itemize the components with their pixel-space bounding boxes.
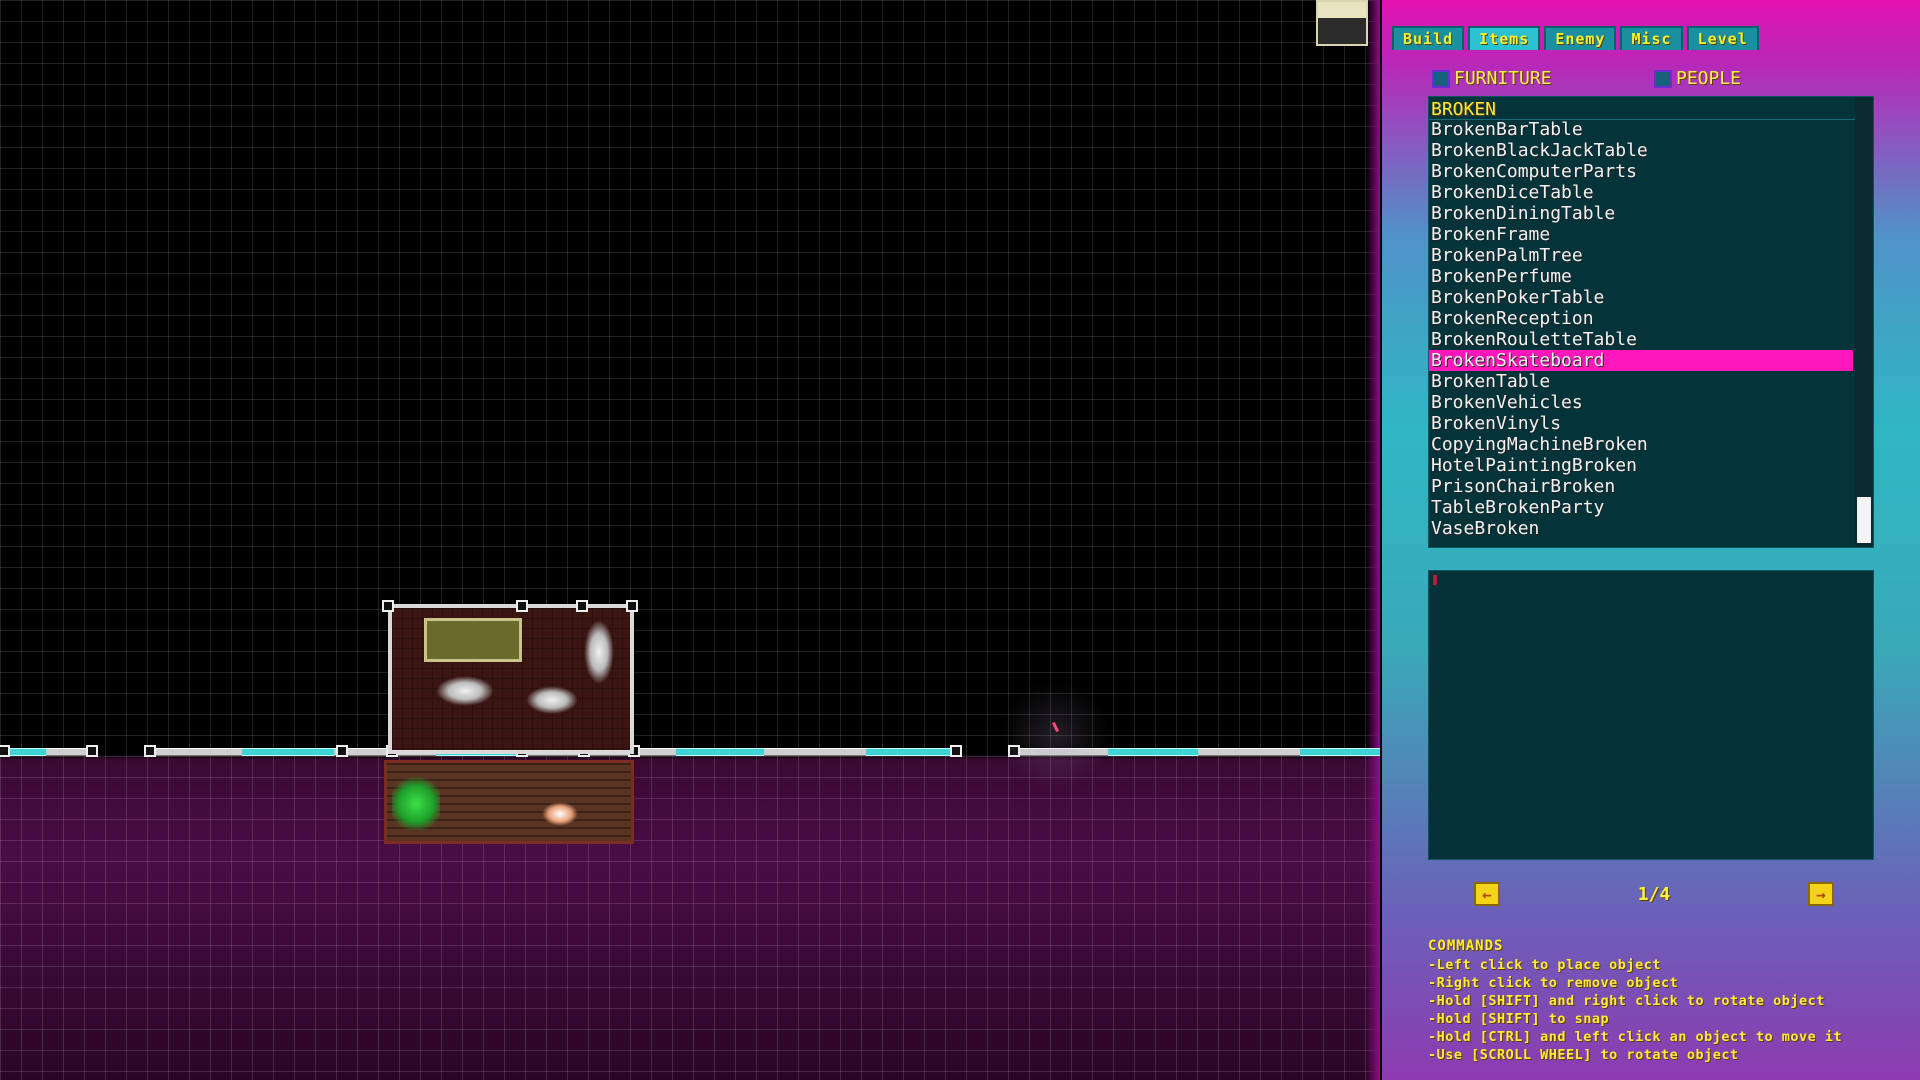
arrow-right-icon[interactable]: → <box>1808 882 1834 906</box>
cursor-glow <box>1000 680 1110 790</box>
list-item[interactable]: PrisonChairBroken <box>1429 476 1853 497</box>
wall-post[interactable] <box>336 745 348 757</box>
wall-post[interactable] <box>626 600 638 612</box>
window-segment[interactable] <box>242 748 334 756</box>
command-line: -Hold [CTRL] and left click an object to… <box>1428 1029 1843 1045</box>
tab-level[interactable]: Level <box>1686 26 1759 50</box>
list-item[interactable]: VaseBroken <box>1429 518 1853 539</box>
list-item[interactable]: BrokenPalmTree <box>1429 245 1853 266</box>
object-list[interactable]: BROKEN BrokenBarTable BrokenBlackJackTabl… <box>1428 96 1874 548</box>
object-preview <box>1428 570 1874 860</box>
furniture-checkbox[interactable] <box>1432 69 1450 88</box>
command-line: -Left click to place object <box>1428 957 1661 973</box>
window-segment[interactable] <box>866 748 954 756</box>
level-canvas[interactable] <box>0 0 1380 1080</box>
list-item[interactable]: BrokenReception <box>1429 308 1853 329</box>
wall-post[interactable] <box>576 600 588 612</box>
list-item[interactable]: TableBrokenParty <box>1429 497 1853 518</box>
placed-body[interactable] <box>436 676 494 706</box>
list-item[interactable]: BrokenTable <box>1429 371 1853 392</box>
command-line: -Right click to remove object <box>1428 975 1679 991</box>
tab-items[interactable]: Items <box>1468 26 1541 50</box>
list-item[interactable]: CopyingMachineBroken <box>1429 434 1853 455</box>
people-checkbox[interactable] <box>1654 69 1672 88</box>
canvas-edge-glow <box>1366 0 1380 1080</box>
wall-post[interactable] <box>144 745 156 757</box>
furniture-filter-label: FURNITURE <box>1454 68 1552 89</box>
list-item[interactable]: BrokenPerfume <box>1429 266 1853 287</box>
preview-object <box>1433 575 1437 585</box>
category-filters: FURNITURE PEOPLE <box>1432 68 1902 90</box>
page-navigator: ← 1/4 → <box>1474 880 1834 908</box>
wall-post[interactable] <box>0 745 10 757</box>
placed-body[interactable] <box>584 620 614 684</box>
placed-object-top[interactable] <box>1316 0 1368 46</box>
page-indicator: 1/4 <box>1637 884 1671 905</box>
command-line: -Use [SCROLL WHEEL] to rotate object <box>1428 1047 1739 1063</box>
editor-panel: Build Items Enemy Misc Level FURNITURE P… <box>1382 0 1920 1080</box>
list-item[interactable]: BrokenBlackJackTable <box>1429 140 1853 161</box>
window-segment[interactable] <box>1108 748 1198 756</box>
window-segment[interactable] <box>676 748 764 756</box>
commands-help: COMMANDS -Left click to place object -Rig… <box>1428 938 1908 1064</box>
list-item[interactable]: BrokenDiningTable <box>1429 203 1853 224</box>
list-item[interactable]: HotelPaintingBroken <box>1429 455 1853 476</box>
list-scrollbar[interactable] <box>1855 97 1873 547</box>
object-list-items: BrokenBarTable BrokenBlackJackTable Broken… <box>1429 119 1853 539</box>
window-segment[interactable] <box>10 748 46 756</box>
placed-table[interactable] <box>424 618 522 662</box>
command-line: -Hold [SHIFT] to snap <box>1428 1011 1610 1027</box>
wall-post[interactable] <box>86 745 98 757</box>
placed-body[interactable] <box>526 686 578 714</box>
placed-rug[interactable] <box>542 802 578 826</box>
list-category-header: BROKEN <box>1429 99 1855 120</box>
list-item[interactable]: BrokenRouletteTable <box>1429 329 1853 350</box>
list-item[interactable]: BrokenPokerTable <box>1429 287 1853 308</box>
people-filter-label: PEOPLE <box>1676 68 1742 89</box>
placed-plant[interactable] <box>392 772 440 830</box>
commands-title: COMMANDS <box>1428 938 1504 954</box>
editor-grid <box>0 0 1380 1080</box>
list-item[interactable]: BrokenComputerParts <box>1429 161 1853 182</box>
tab-enemy[interactable]: Enemy <box>1544 26 1617 50</box>
command-line: -Hold [SHIFT] and right click to rotate … <box>1428 993 1825 1009</box>
wall-post[interactable] <box>382 600 394 612</box>
list-item[interactable]: BrokenFrame <box>1429 224 1853 245</box>
furniture-filter[interactable]: FURNITURE <box>1432 68 1552 89</box>
list-item[interactable]: BrokenSkateboard <box>1429 350 1853 371</box>
list-item[interactable]: BrokenBarTable <box>1429 119 1853 140</box>
list-item[interactable]: BrokenVinyls <box>1429 413 1853 434</box>
wall-post[interactable] <box>516 600 528 612</box>
scrollbar-thumb[interactable] <box>1857 497 1871 543</box>
tab-build[interactable]: Build <box>1392 26 1465 50</box>
list-item[interactable]: BrokenVehicles <box>1429 392 1853 413</box>
tab-misc[interactable]: Misc <box>1620 26 1683 50</box>
list-item[interactable]: BrokenDiceTable <box>1429 182 1853 203</box>
wall-post[interactable] <box>950 745 962 757</box>
window-segment[interactable] <box>1300 748 1380 756</box>
people-filter[interactable]: PEOPLE <box>1654 68 1741 89</box>
tab-bar: Build Items Enemy Misc Level <box>1392 26 1759 52</box>
